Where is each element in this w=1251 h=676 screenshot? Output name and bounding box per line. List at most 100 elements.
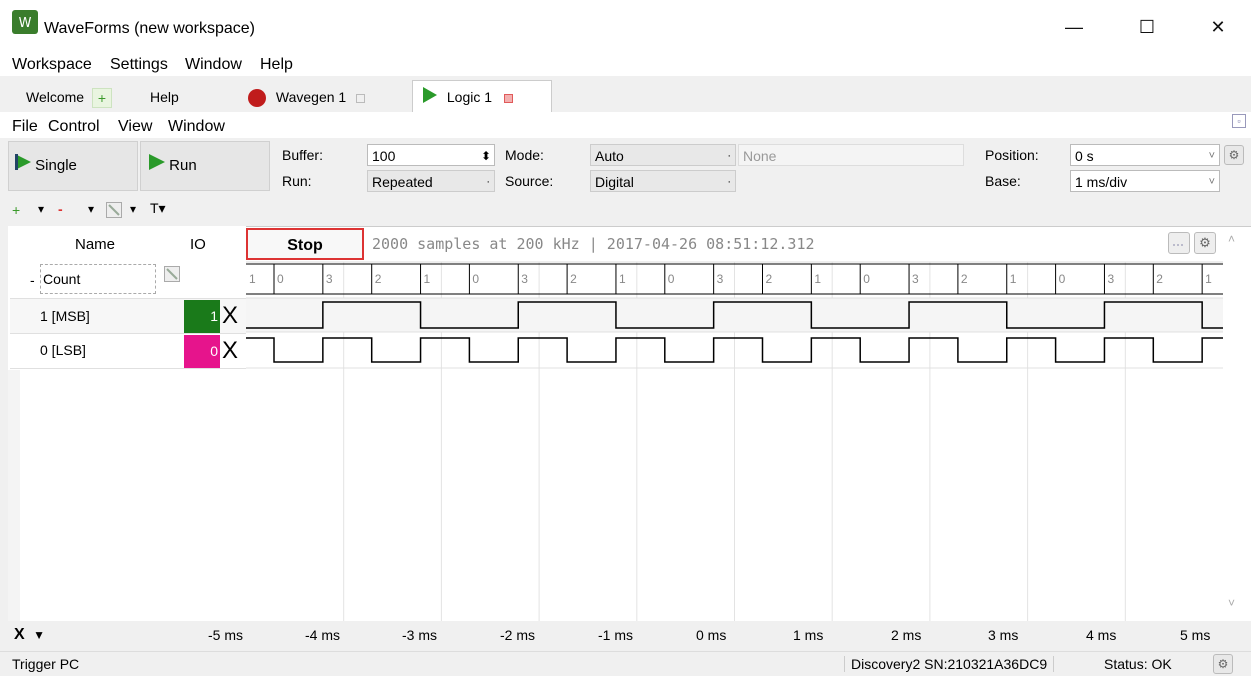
- bus-value: 1: [1009, 272, 1017, 286]
- add-channel-icon[interactable]: +: [12, 202, 20, 218]
- dropdown-icon: ·: [486, 176, 490, 188]
- maximize-button[interactable]: ☐: [1124, 12, 1170, 42]
- buffer-spinner[interactable]: 100 ⬍: [367, 144, 495, 166]
- run-mode-select[interactable]: Repeated ·: [367, 170, 495, 192]
- remove-channel-icon[interactable]: -: [58, 201, 63, 217]
- name-column-header: Name: [75, 236, 116, 253]
- bus-name: Count: [43, 271, 81, 287]
- run-icon: [149, 142, 165, 190]
- run-mode-value: Repeated: [372, 174, 433, 190]
- tab-help[interactable]: Help: [150, 83, 210, 111]
- bus-value: 0: [1058, 272, 1066, 286]
- menu-file[interactable]: File: [12, 118, 38, 136]
- trigger-value: None: [743, 148, 777, 164]
- bus-value: 2: [1156, 272, 1163, 286]
- cursor-icon[interactable]: [1168, 232, 1190, 254]
- add-dropdown-icon[interactable]: ▾: [38, 202, 44, 216]
- axis-tick: -5 ms: [208, 627, 243, 643]
- single-button[interactable]: Single: [8, 141, 138, 191]
- axis-dropdown-icon[interactable]: ▼: [33, 628, 45, 642]
- position-label: Position:: [985, 147, 1039, 163]
- axis-tick: -3 ms: [402, 627, 437, 643]
- stop-button[interactable]: Stop: [246, 228, 364, 260]
- device-status[interactable]: Discovery2 SN:210321A36DC9: [844, 656, 1055, 672]
- chevron-down-icon: ˅: [1208, 150, 1215, 162]
- tab-welcome[interactable]: Welcome +: [12, 83, 122, 111]
- axis-x-label[interactable]: X ▼: [14, 626, 45, 644]
- base-label: Base:: [985, 173, 1021, 189]
- status-gear-icon[interactable]: ⚙: [1213, 654, 1233, 674]
- tab-wavegen[interactable]: Wavegen 1: [248, 83, 388, 111]
- trigger-pc-status: Trigger PC: [12, 656, 80, 672]
- acquisition-info: 2000 samples at 200 kHz | 2017-04-26 08:…: [372, 235, 815, 253]
- restore-icon[interactable]: ▫: [1232, 114, 1246, 128]
- bus-value: 1: [423, 272, 431, 286]
- axis-label: X: [14, 626, 25, 643]
- plus-icon[interactable]: +: [91, 88, 112, 109]
- text-tool-icon[interactable]: T▾: [150, 200, 166, 217]
- buffer-value: 100: [372, 148, 396, 164]
- trigger-select[interactable]: None: [738, 144, 964, 166]
- bus-name-field[interactable]: Count: [40, 264, 156, 294]
- axis-tick: 4 ms: [1086, 627, 1117, 643]
- menu-view[interactable]: View: [118, 118, 152, 136]
- scroll-down-icon[interactable]: ˅: [1228, 596, 1235, 610]
- settings-gear-icon[interactable]: ⚙: [1194, 232, 1216, 254]
- position-value: 0 s: [1075, 148, 1094, 164]
- run-mode-label: Run:: [282, 173, 312, 189]
- trigger-x-lsb[interactable]: X: [222, 337, 238, 365]
- single-label: Single: [35, 157, 77, 174]
- axis-tick: 5 ms: [1180, 627, 1211, 643]
- source-select[interactable]: Digital ·: [590, 170, 736, 192]
- channel-list-margin: [8, 370, 20, 621]
- axis-tick: 2 ms: [891, 627, 922, 643]
- bus-value: 2: [570, 272, 577, 286]
- collapse-toggle[interactable]: -: [30, 272, 35, 288]
- axis-tick: 3 ms: [988, 627, 1019, 643]
- io-state-msb: 1: [184, 300, 220, 333]
- dropdown-icon: ·: [727, 176, 731, 188]
- bus-value: 0: [277, 272, 284, 286]
- trigger-x-msb[interactable]: X: [222, 302, 238, 330]
- bus-value: 2: [765, 272, 773, 286]
- gear-icon[interactable]: ⚙: [1224, 145, 1244, 165]
- mode-select[interactable]: Auto ·: [590, 144, 736, 166]
- source-label: Source:: [505, 173, 554, 189]
- menu-settings[interactable]: Settings: [110, 56, 168, 74]
- menu-window[interactable]: Window: [185, 56, 242, 74]
- waveforms-logo-icon: W: [12, 10, 38, 34]
- run-button[interactable]: Run: [140, 141, 270, 191]
- menu-control[interactable]: Control: [48, 118, 100, 136]
- bus-edit-icon[interactable]: [164, 266, 180, 282]
- close-button[interactable]: ✕: [1195, 12, 1241, 42]
- minimize-button[interactable]: —: [1051, 12, 1097, 42]
- chevron-down-icon: ˅: [1208, 176, 1215, 188]
- bus-value: 1: [814, 272, 822, 286]
- record-icon: [248, 89, 266, 108]
- spinner-arrows-icon[interactable]: ⬍: [481, 145, 491, 167]
- run-label: Run: [169, 157, 197, 174]
- bus-value: 2: [960, 272, 968, 286]
- base-input[interactable]: 1 ms/div ˅: [1070, 170, 1220, 192]
- remove-dropdown-icon[interactable]: ▾: [88, 202, 94, 216]
- tab-wavegen-label: Wavegen 1: [275, 89, 347, 105]
- bus-value: 3: [1107, 272, 1115, 286]
- status-bar: [0, 651, 1251, 676]
- edit-dropdown-icon[interactable]: ▾: [130, 202, 136, 216]
- scroll-up-icon[interactable]: ˄: [1228, 232, 1235, 246]
- single-icon: [15, 142, 31, 190]
- bus-value: 1: [249, 272, 256, 286]
- menu-workspace[interactable]: Workspace: [12, 56, 92, 74]
- tab-help-label: Help: [150, 89, 179, 105]
- tab-close-icon[interactable]: [356, 93, 366, 103]
- menu-help[interactable]: Help: [260, 56, 293, 74]
- bus-value: 3: [912, 272, 919, 286]
- menu-window-sub[interactable]: Window: [168, 118, 225, 136]
- tab-logic[interactable]: Logic 1: [412, 80, 552, 113]
- position-input[interactable]: 0 s ˅: [1070, 144, 1220, 166]
- edit-icon[interactable]: [106, 202, 122, 218]
- tab-close-icon[interactable]: [503, 93, 513, 103]
- channel-name-msb: 1 [MSB]: [40, 308, 90, 324]
- tab-logic-label: Logic 1: [446, 89, 493, 105]
- bus-value: 1: [1205, 272, 1212, 286]
